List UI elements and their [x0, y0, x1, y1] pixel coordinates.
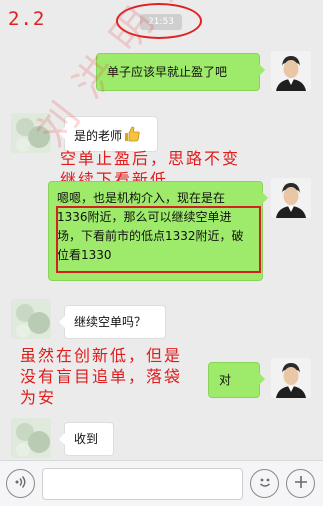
message-text: 收到	[74, 432, 99, 446]
emoji-button[interactable]	[250, 469, 279, 498]
message-bubble-outgoing[interactable]: 对	[208, 362, 265, 398]
input-bar	[0, 460, 323, 506]
message-bubble-incoming[interactable]: 是的老师	[59, 116, 158, 152]
message-text: 对	[219, 373, 232, 387]
voice-icon	[13, 474, 29, 494]
my-avatar[interactable]	[271, 358, 311, 398]
step-label: 2.2	[8, 8, 46, 30]
contact-avatar[interactable]	[11, 418, 51, 458]
thumbs-up-icon	[123, 125, 141, 143]
more-button[interactable]	[286, 469, 315, 498]
message-text: 单子应该早就止盈了吧	[107, 65, 228, 79]
message-bubble-incoming[interactable]: 收到	[59, 422, 114, 456]
red-annotation-2: 虽然在创新低，但是 没有盲目追单，落袋 为安	[20, 345, 182, 408]
message-input[interactable]	[42, 468, 243, 500]
message-text: 继续空单吗？	[74, 315, 147, 329]
red-circle-annotation	[116, 3, 202, 39]
red-box-highlight	[56, 206, 261, 273]
voice-button[interactable]	[6, 469, 35, 498]
message-text: 是的老师	[74, 129, 123, 143]
annotation-line: 虽然在创新低，但是	[20, 346, 183, 365]
chat-area: 2.2 21:53 单子应该早就止盈了吧 是的老师 空单止盈后，思路不变 继续下…	[0, 0, 323, 460]
contact-avatar[interactable]	[11, 299, 51, 339]
my-avatar[interactable]	[271, 51, 311, 91]
emoji-icon	[256, 473, 274, 495]
annotation-line: 为安	[20, 388, 57, 407]
annotation-line: 空单止盈后，思路不变	[60, 149, 241, 168]
message-bubble-outgoing[interactable]: 单子应该早就止盈了吧	[96, 53, 265, 91]
contact-avatar[interactable]	[11, 113, 51, 153]
plus-icon	[293, 474, 309, 494]
annotation-line: 没有盲目追单，落袋	[20, 367, 183, 386]
message-bubble-incoming[interactable]: 继续空单吗？	[59, 305, 166, 339]
my-avatar[interactable]	[271, 178, 311, 218]
